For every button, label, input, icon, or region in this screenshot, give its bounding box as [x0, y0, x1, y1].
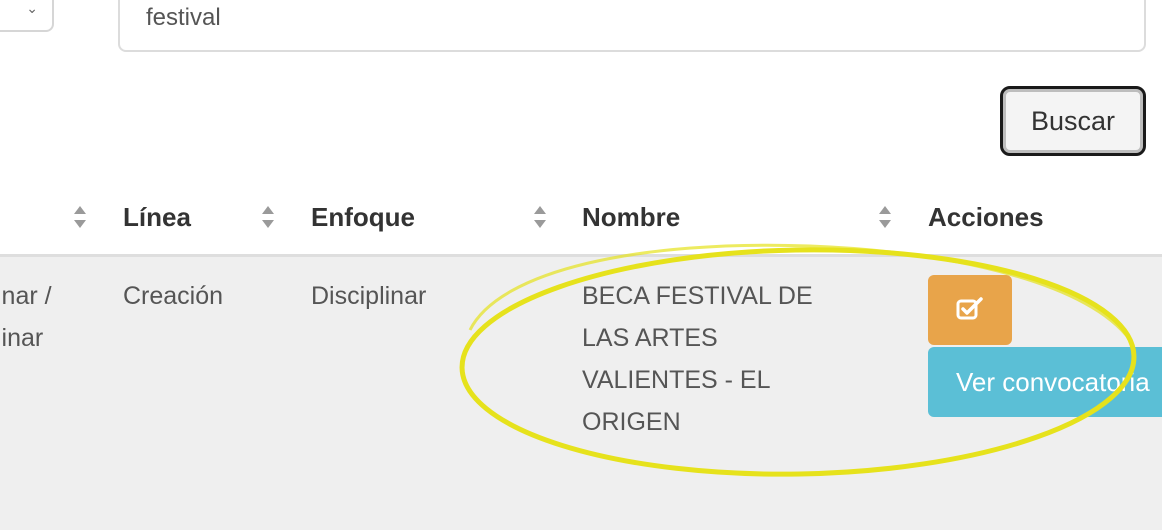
- edit-check-icon: [955, 295, 985, 326]
- sort-icon[interactable]: [260, 202, 276, 232]
- cell-first-col-line: linar: [0, 324, 44, 352]
- search-input-value: festival: [146, 4, 221, 31]
- ver-convocatoria-button[interactable]: Ver convocatoria: [928, 347, 1162, 417]
- column-header-nombre[interactable]: Nombre: [582, 202, 680, 233]
- sort-icon[interactable]: [532, 202, 548, 232]
- cell-enfoque: Disciplinar: [311, 282, 427, 310]
- edit-button[interactable]: [928, 275, 1012, 345]
- cell-nombre-line: BECA FESTIVAL DE: [582, 282, 813, 310]
- cell-first-col-line: inar /: [0, 282, 52, 310]
- sort-icon[interactable]: [72, 202, 88, 232]
- cell-first-col: inar / linar: [0, 275, 52, 359]
- buscar-button[interactable]: Buscar: [1000, 86, 1146, 156]
- cell-nombre: BECA FESTIVAL DE LAS ARTES VALIENTES - E…: [582, 275, 813, 443]
- sort-icon[interactable]: [877, 202, 893, 232]
- filter-select[interactable]: ⌄: [0, 0, 54, 32]
- search-input[interactable]: festival: [118, 0, 1146, 52]
- cell-linea: Creación: [123, 282, 224, 310]
- cell-nombre-line: LAS ARTES: [582, 324, 718, 352]
- cell-nombre-line: ORIGEN: [582, 408, 681, 436]
- column-header-linea[interactable]: Línea: [123, 202, 191, 233]
- chevron-down-icon: ⌄: [26, 0, 38, 16]
- table-header: Línea Enfoque Nombre Acciones: [0, 180, 1162, 257]
- cell-nombre-line: VALIENTES - EL: [582, 366, 771, 394]
- column-header-enfoque[interactable]: Enfoque: [311, 202, 415, 233]
- column-header-acciones: Acciones: [928, 202, 1044, 232]
